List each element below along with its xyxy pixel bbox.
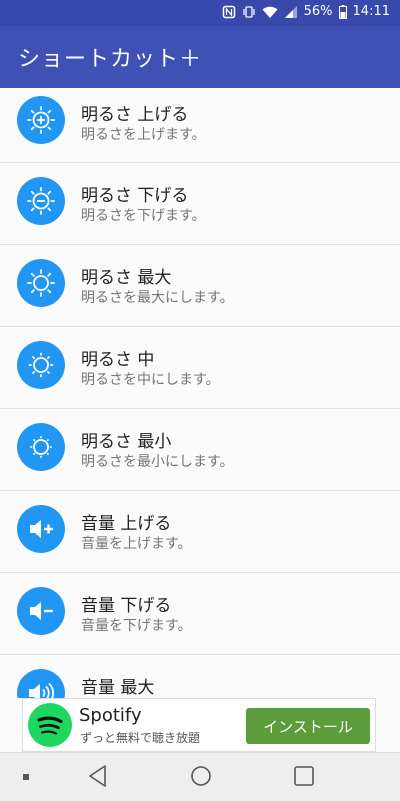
- wifi-icon: [262, 5, 278, 19]
- item-subtitle: 音量を下げます。: [81, 615, 192, 635]
- recent-dot-icon[interactable]: [22, 773, 30, 781]
- brightness-medium-icon: [17, 341, 65, 389]
- status-bar: 56% 14:11: [0, 0, 400, 26]
- signal-icon: [284, 5, 298, 19]
- brightness-min-icon: [17, 423, 65, 471]
- list-item[interactable]: 明るさ 中 明るさを中にします。: [0, 327, 400, 409]
- brightness-max-icon: [17, 259, 65, 307]
- clock: 14:11: [353, 4, 390, 19]
- item-title: 明るさ 最大: [81, 263, 171, 288]
- status-icons: 56% 14:11: [222, 4, 390, 19]
- brightness-up-icon: [17, 96, 65, 144]
- item-title: 明るさ 下げる: [81, 181, 188, 206]
- volume-down-icon: [17, 587, 65, 635]
- volume-up-icon: [17, 505, 65, 553]
- back-icon[interactable]: [86, 763, 110, 789]
- item-title: 明るさ 最小: [81, 427, 171, 452]
- brightness-down-icon: [17, 177, 65, 225]
- navigation-bar: [0, 752, 400, 801]
- list-item[interactable]: 明るさ 下げる 明るさを下げます。: [0, 163, 400, 245]
- list-item[interactable]: 明るさ 上げる 明るさを上げます。: [0, 88, 400, 163]
- item-subtitle: 明るさを中にします。: [81, 369, 220, 389]
- battery-level: 56%: [304, 4, 333, 19]
- shortcut-list: 明るさ 上げる 明るさを上げます。 明るさ 下げる 明るさを下げます。: [0, 88, 400, 698]
- item-subtitle: 明るさを上げます。: [81, 124, 206, 144]
- vibrate-icon: [242, 5, 256, 19]
- list-item[interactable]: 明るさ 最小 明るさを最小にします。: [0, 409, 400, 491]
- overview-icon[interactable]: [292, 763, 316, 789]
- install-button[interactable]: インストール: [246, 708, 370, 744]
- home-icon[interactable]: [189, 763, 213, 789]
- item-title: 音量 上げる: [81, 509, 171, 534]
- item-title: 明るさ 上げる: [81, 100, 188, 125]
- battery-icon: [339, 5, 347, 19]
- list-item[interactable]: 音量 上げる 音量を上げます。: [0, 491, 400, 573]
- list-item[interactable]: 明るさ 最大 明るさを最大にします。: [0, 245, 400, 327]
- ad-subtitle: ずっと無料で聴き放題: [80, 729, 200, 746]
- item-subtitle: 音量を上げます。: [81, 533, 192, 553]
- ad-banner[interactable]: Spotify ずっと無料で聴き放題 インストール: [22, 698, 376, 752]
- list-item[interactable]: 音量 下げる 音量を下げます。: [0, 573, 400, 655]
- item-subtitle: 明るさを最小にします。: [81, 451, 234, 471]
- app-title: ショートカット＋: [18, 41, 202, 73]
- item-subtitle: 明るさを下げます。: [81, 205, 206, 225]
- nfc-icon: [222, 5, 236, 19]
- spotify-logo-icon: [28, 703, 72, 747]
- item-title: 明るさ 中: [81, 345, 154, 370]
- ad-title: Spotify: [79, 705, 142, 726]
- app-bar: ショートカット＋: [0, 26, 400, 88]
- item-title: 音量 最大: [81, 673, 154, 698]
- list-item[interactable]: 音量 最大: [0, 655, 400, 698]
- item-title: 音量 下げる: [81, 591, 171, 616]
- item-subtitle: 明るさを最大にします。: [81, 287, 234, 307]
- volume-max-icon: [17, 669, 65, 698]
